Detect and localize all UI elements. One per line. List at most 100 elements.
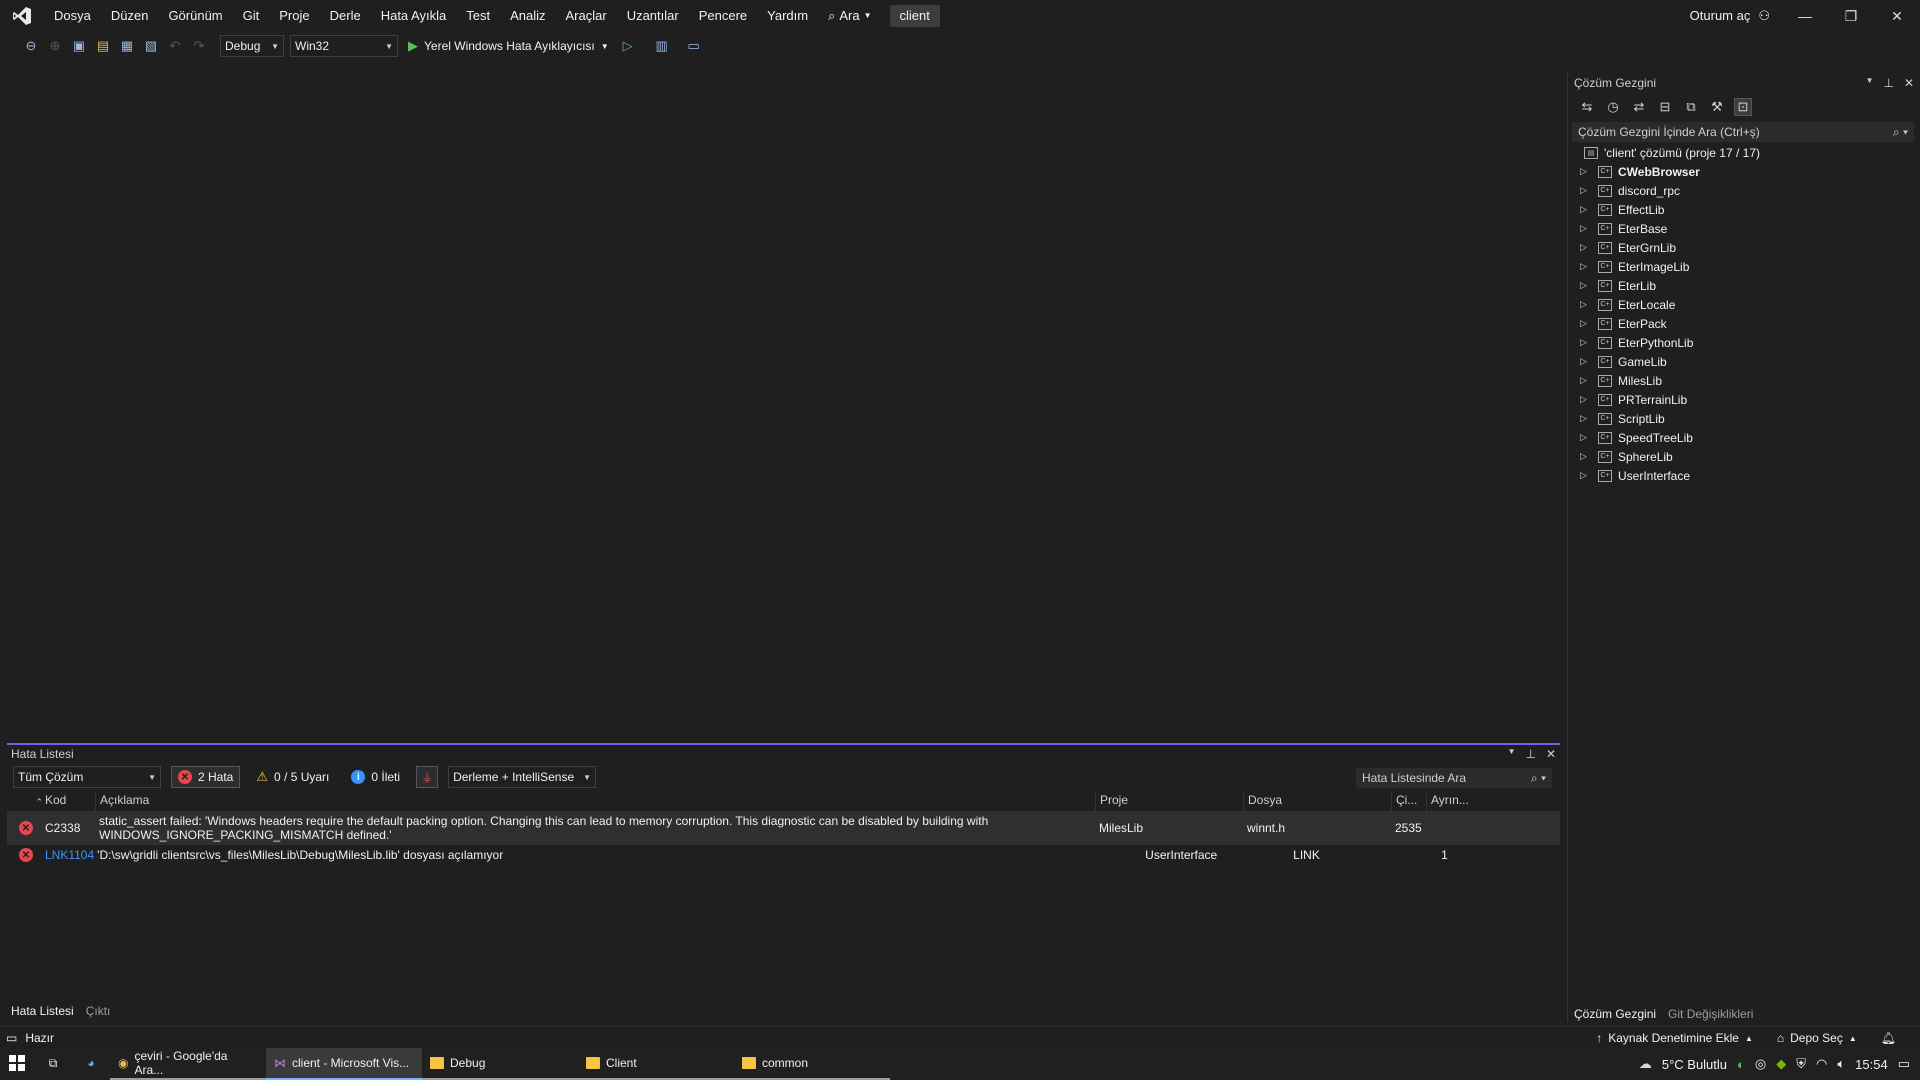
select-repository-button[interactable]: ⌂ Depo Seç ▲: [1777, 1031, 1857, 1045]
properties-icon[interactable]: ⚒: [1708, 98, 1726, 116]
tab-git-changes[interactable]: Git Değişiklikleri: [1668, 1007, 1753, 1021]
expand-arrow-icon[interactable]: ▷: [1580, 375, 1592, 386]
list-item[interactable]: ▷ C+ EterLib: [1568, 276, 1920, 295]
history-icon[interactable]: ◷: [1604, 98, 1622, 116]
menu-file[interactable]: Dosya: [44, 0, 101, 32]
expand-arrow-icon[interactable]: ▷: [1580, 432, 1592, 443]
tab-solution-explorer[interactable]: Çözüm Gezgini: [1574, 1007, 1656, 1021]
table-row[interactable]: ✕ LNK1104 'D:\sw\gridli clientsrc\vs_fil…: [7, 845, 1560, 865]
close-icon[interactable]: ✕: [1904, 76, 1914, 90]
notifications-icon[interactable]: ▭: [1898, 1056, 1910, 1072]
list-item[interactable]: ▷ C+ EterPack: [1568, 314, 1920, 333]
column-description[interactable]: Açıklama: [95, 793, 1095, 811]
tab-error-list[interactable]: Hata Listesi: [11, 1004, 74, 1018]
error-search-input[interactable]: Hata Listesinde Ara ⌕ ▾: [1356, 768, 1552, 788]
scope-select[interactable]: Tüm Çözüm ▼: [13, 766, 161, 788]
solution-root[interactable]: ▤ 'client' çözümü (proje 17 / 17): [1568, 143, 1920, 162]
chevron-down-icon[interactable]: ▼: [1866, 76, 1874, 90]
list-item[interactable]: ▷ C+ GameLib: [1568, 352, 1920, 371]
expand-arrow-icon[interactable]: ▷: [1580, 337, 1592, 348]
minimize-button[interactable]: —: [1782, 0, 1828, 32]
sort-icon[interactable]: ⌃: [7, 793, 45, 811]
list-item[interactable]: ▷ C+ SphereLib: [1568, 447, 1920, 466]
build-source-select[interactable]: Derleme + IntelliSense ▼: [448, 766, 597, 788]
column-suppression[interactable]: Ayrın...: [1426, 793, 1476, 811]
column-line[interactable]: Çi...: [1391, 793, 1426, 811]
taskbar-folder-common[interactable]: common: [734, 1048, 890, 1080]
open-folder-icon[interactable]: ▤: [94, 37, 112, 55]
errors-filter-button[interactable]: ✕ 2 Hata: [171, 766, 241, 788]
steam-icon[interactable]: ◎: [1755, 1056, 1766, 1072]
network-icon[interactable]: ◠: [1816, 1056, 1827, 1072]
list-item[interactable]: ▷ C+ SpeedTreeLib: [1568, 428, 1920, 447]
save-all-icon[interactable]: ▧: [142, 37, 160, 55]
list-item[interactable]: ▷ C+ PRTerrainLib: [1568, 390, 1920, 409]
menu-debug[interactable]: Hata Ayıkla: [371, 0, 457, 32]
restore-button[interactable]: ❐: [1828, 0, 1874, 32]
back-icon[interactable]: ⊖: [22, 37, 40, 55]
menu-edit[interactable]: Düzen: [101, 0, 159, 32]
table-row[interactable]: ✕ C2338 static_assert failed: 'Windows h…: [7, 811, 1560, 845]
new-project-icon[interactable]: ▣: [70, 37, 88, 55]
tab-output[interactable]: Çıktı: [86, 1004, 111, 1018]
tray-app-icon[interactable]: ◐: [1737, 1057, 1745, 1072]
redo-icon[interactable]: ↷: [190, 37, 208, 55]
taskbar-folder-debug[interactable]: Debug: [422, 1048, 578, 1080]
expand-arrow-icon[interactable]: ▷: [1580, 394, 1592, 405]
list-item[interactable]: ▷ C+ EterLocale: [1568, 295, 1920, 314]
menu-help[interactable]: Yardım: [757, 0, 818, 32]
start-menu-icon[interactable]: [0, 1048, 34, 1080]
error-code-link[interactable]: LNK1104: [45, 848, 94, 862]
pin-icon[interactable]: ⊥: [1525, 747, 1535, 761]
list-item[interactable]: ▷ C+ EterImageLib: [1568, 257, 1920, 276]
notification-icon[interactable]: ▭: [6, 1031, 17, 1045]
column-project[interactable]: Proje: [1095, 793, 1243, 811]
menu-view[interactable]: Görünüm: [158, 0, 232, 32]
sync-icon[interactable]: ⇄: [1630, 98, 1648, 116]
search-button[interactable]: ⌕ Ara ▼: [818, 0, 881, 32]
list-item[interactable]: ▷ C+ EterGrnLib: [1568, 238, 1920, 257]
menu-build[interactable]: Derle: [320, 0, 371, 32]
close-window-button[interactable]: ✕: [1874, 0, 1920, 32]
start-without-debugging-icon[interactable]: ▷: [619, 37, 637, 55]
menu-extensions[interactable]: Uzantılar: [617, 0, 689, 32]
close-icon[interactable]: ✕: [1546, 747, 1556, 761]
preview-icon[interactable]: ⊡: [1734, 98, 1752, 116]
expand-arrow-icon[interactable]: ▷: [1580, 242, 1592, 253]
chevron-down-icon[interactable]: ▼: [1508, 747, 1516, 761]
menu-git[interactable]: Git: [233, 0, 270, 32]
messages-filter-button[interactable]: i 0 İleti: [345, 766, 406, 788]
list-item[interactable]: ▷ C+ EterBase: [1568, 219, 1920, 238]
list-item[interactable]: ▷ C+ MilesLib: [1568, 371, 1920, 390]
expand-arrow-icon[interactable]: ▷: [1580, 470, 1592, 481]
list-item[interactable]: ▷ C+ EffectLib: [1568, 200, 1920, 219]
browse-icon[interactable]: ▥: [653, 37, 671, 55]
expand-arrow-icon[interactable]: ▷: [1580, 261, 1592, 272]
filter-icon[interactable]: ⏚: [416, 766, 439, 788]
menu-window[interactable]: Pencere: [689, 0, 757, 32]
platform-select[interactable]: Win32 ▼: [290, 35, 398, 57]
expand-arrow-icon[interactable]: ▷: [1580, 299, 1592, 310]
taskbar-chrome[interactable]: ◉ çeviri - Google'da Ara...: [110, 1048, 266, 1080]
add-to-source-control-button[interactable]: ↑ Kaynak Denetimine Ekle ▲: [1596, 1031, 1753, 1045]
taskbar-visual-studio[interactable]: ⋈ client - Microsoft Vis...: [266, 1048, 422, 1080]
menu-tools[interactable]: Araçlar: [556, 0, 617, 32]
clock[interactable]: 15:54: [1855, 1057, 1888, 1072]
taskbar-folder-client[interactable]: Client: [578, 1048, 734, 1080]
expand-arrow-icon[interactable]: ▷: [1580, 356, 1592, 367]
column-file[interactable]: Dosya: [1243, 793, 1391, 811]
expand-arrow-icon[interactable]: ▷: [1580, 204, 1592, 215]
show-all-files-icon[interactable]: ⧉: [1682, 98, 1700, 116]
visual-studio-logo-icon[interactable]: [0, 0, 44, 32]
expand-arrow-icon[interactable]: ▷: [1580, 413, 1592, 424]
weather-label[interactable]: 5°C Bulutlu: [1662, 1057, 1727, 1072]
security-icon[interactable]: ⛨: [1796, 1056, 1806, 1072]
configuration-select[interactable]: Debug ▼: [220, 35, 284, 57]
list-item[interactable]: ▷ C+ UserInterface: [1568, 466, 1920, 485]
expand-arrow-icon[interactable]: ▷: [1580, 318, 1592, 329]
start-debugging-button[interactable]: ▶ Yerel Windows Hata Ayıklayıcısı ▼: [404, 38, 613, 54]
forward-icon[interactable]: ⊕: [46, 37, 64, 55]
weather-icon[interactable]: ☁: [1639, 1056, 1652, 1072]
warnings-filter-button[interactable]: ⚠ 0 / 5 Uyarı: [250, 766, 335, 788]
save-icon[interactable]: ▦: [118, 37, 136, 55]
